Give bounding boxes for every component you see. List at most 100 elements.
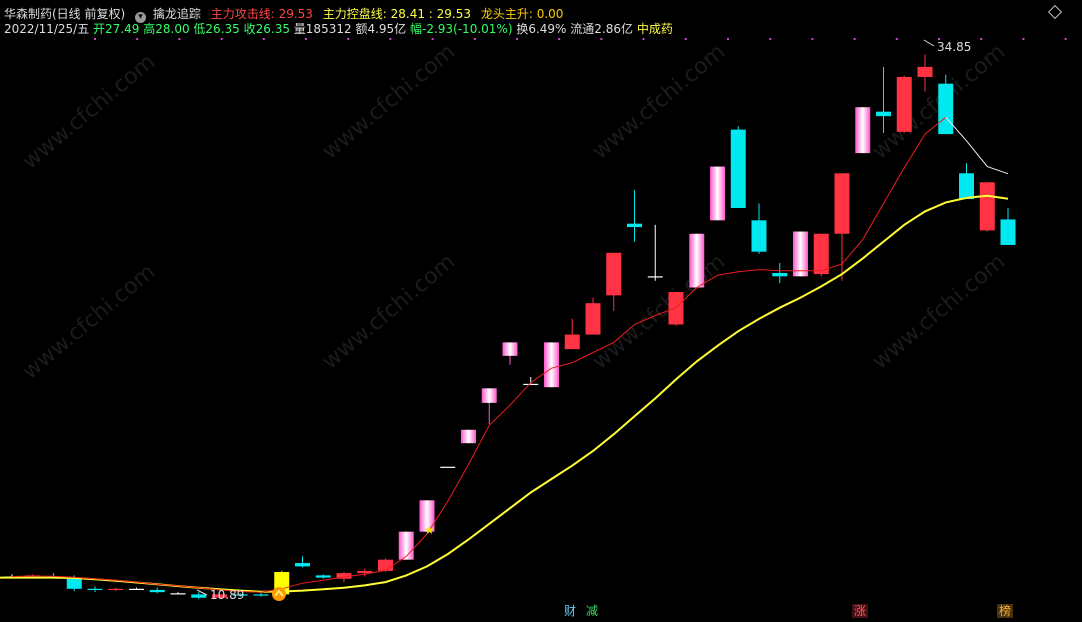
dot-mark: [431, 38, 434, 40]
dot-mark: [727, 38, 729, 40]
dot-mark: [136, 38, 139, 40]
breakout-arrow-icon: [272, 587, 286, 601]
watermark-text: www.cfchi.com: [18, 259, 160, 384]
candle[interactable]: [295, 556, 310, 568]
candle[interactable]: [855, 107, 871, 154]
candle[interactable]: [87, 586, 103, 593]
dot-mark: [811, 38, 814, 40]
candle[interactable]: [253, 592, 269, 597]
top-dot-row: [94, 38, 1067, 40]
candle[interactable]: [108, 587, 124, 592]
dot-mark: [684, 38, 687, 40]
candle[interactable]: [668, 292, 684, 326]
candle[interactable]: [315, 574, 331, 579]
marker-jian[interactable]: 减: [584, 604, 600, 618]
candle[interactable]: [606, 252, 622, 312]
candle-body: [979, 182, 995, 231]
candle[interactable]: [813, 233, 829, 277]
candle-body: [295, 563, 310, 567]
candle[interactable]: [461, 429, 476, 444]
dot-mark: [600, 38, 603, 40]
candle-body: [523, 383, 539, 386]
candle[interactable]: [793, 231, 808, 277]
candle-body: [149, 589, 165, 593]
candle-body: [793, 231, 808, 277]
candle[interactable]: [481, 388, 497, 425]
candle[interactable]: [564, 318, 580, 350]
dot-mark: [305, 38, 307, 40]
candle[interactable]: [710, 166, 725, 221]
watermark-text: www.cfchi.com: [318, 249, 460, 374]
candle[interactable]: [730, 126, 746, 208]
candle-body: [834, 173, 850, 234]
candle-body: [1000, 219, 1016, 245]
candle[interactable]: [1000, 208, 1016, 245]
candle[interactable]: [523, 377, 539, 386]
dot-mark: [558, 38, 561, 40]
dot-mark: [895, 38, 898, 40]
high-label: 34.85: [937, 40, 971, 54]
candle-body: [938, 83, 954, 135]
candle[interactable]: [440, 466, 456, 468]
marker-zhang[interactable]: 涨: [852, 604, 869, 618]
dot-mark: [347, 38, 350, 40]
dot-mark: [1022, 38, 1025, 40]
marker-cai[interactable]: 财: [562, 604, 578, 618]
candle[interactable]: [627, 190, 642, 242]
dot-mark: [389, 38, 392, 40]
candle[interactable]: [751, 203, 767, 254]
candle-body: [440, 466, 456, 468]
candle[interactable]: [398, 531, 414, 560]
candle[interactable]: [834, 173, 850, 281]
dot-mark: [94, 38, 96, 40]
candle-body: [315, 575, 331, 578]
candle[interactable]: [917, 54, 933, 92]
candle[interactable]: [647, 224, 663, 281]
candle-body: [170, 593, 186, 595]
candle-body: [564, 334, 580, 350]
candle-body: [461, 429, 476, 444]
dot-mark: [853, 38, 856, 40]
candle[interactable]: [544, 342, 559, 388]
candle-body: [772, 272, 788, 277]
control-line-series: [0, 194, 1009, 593]
candle[interactable]: [689, 233, 705, 288]
watermark-text: www.cfchi.com: [868, 249, 1010, 374]
dot-mark: [980, 38, 983, 40]
candle-body: [876, 111, 891, 117]
high-annotation: 34.85: [923, 39, 971, 54]
candle-body: [191, 594, 207, 598]
watermark-layer: www.cfchi.com www.cfchi.com www.cfchi.com w…: [18, 39, 1010, 384]
candle[interactable]: [979, 182, 995, 232]
candlestick-chart[interactable]: www.cfchi.com www.cfchi.com www.cfchi.com w…: [0, 0, 1082, 622]
candle-body: [855, 107, 871, 154]
marker-bang[interactable]: 榜: [997, 604, 1014, 618]
star-icon: ★: [424, 523, 435, 537]
candle-body: [129, 588, 144, 590]
dot-mark: [642, 38, 645, 40]
candle-body: [710, 166, 725, 221]
candle[interactable]: [502, 342, 518, 365]
candle[interactable]: [772, 262, 788, 284]
candle[interactable]: [896, 75, 912, 133]
candle-body: [481, 388, 497, 403]
candles-layer: [4, 54, 1016, 599]
candle-body: [959, 173, 974, 200]
candle-body: [730, 129, 746, 208]
watermark-text: www.cfchi.com: [18, 49, 160, 174]
candle-body: [87, 588, 103, 590]
candle-body: [813, 233, 829, 275]
candle[interactable]: [149, 587, 165, 594]
candle-body: [253, 594, 269, 596]
candle[interactable]: [959, 163, 974, 200]
candle[interactable]: [170, 592, 186, 595]
candle-body: [751, 220, 767, 252]
dot-mark: [769, 38, 772, 40]
candle-body: [668, 292, 684, 325]
attack-line-series: [11, 116, 947, 593]
candle[interactable]: [876, 66, 891, 133]
candle-body: [108, 588, 124, 590]
candle[interactable]: [129, 587, 144, 590]
candle[interactable]: [585, 297, 601, 335]
low-label: 10.89: [210, 588, 244, 602]
